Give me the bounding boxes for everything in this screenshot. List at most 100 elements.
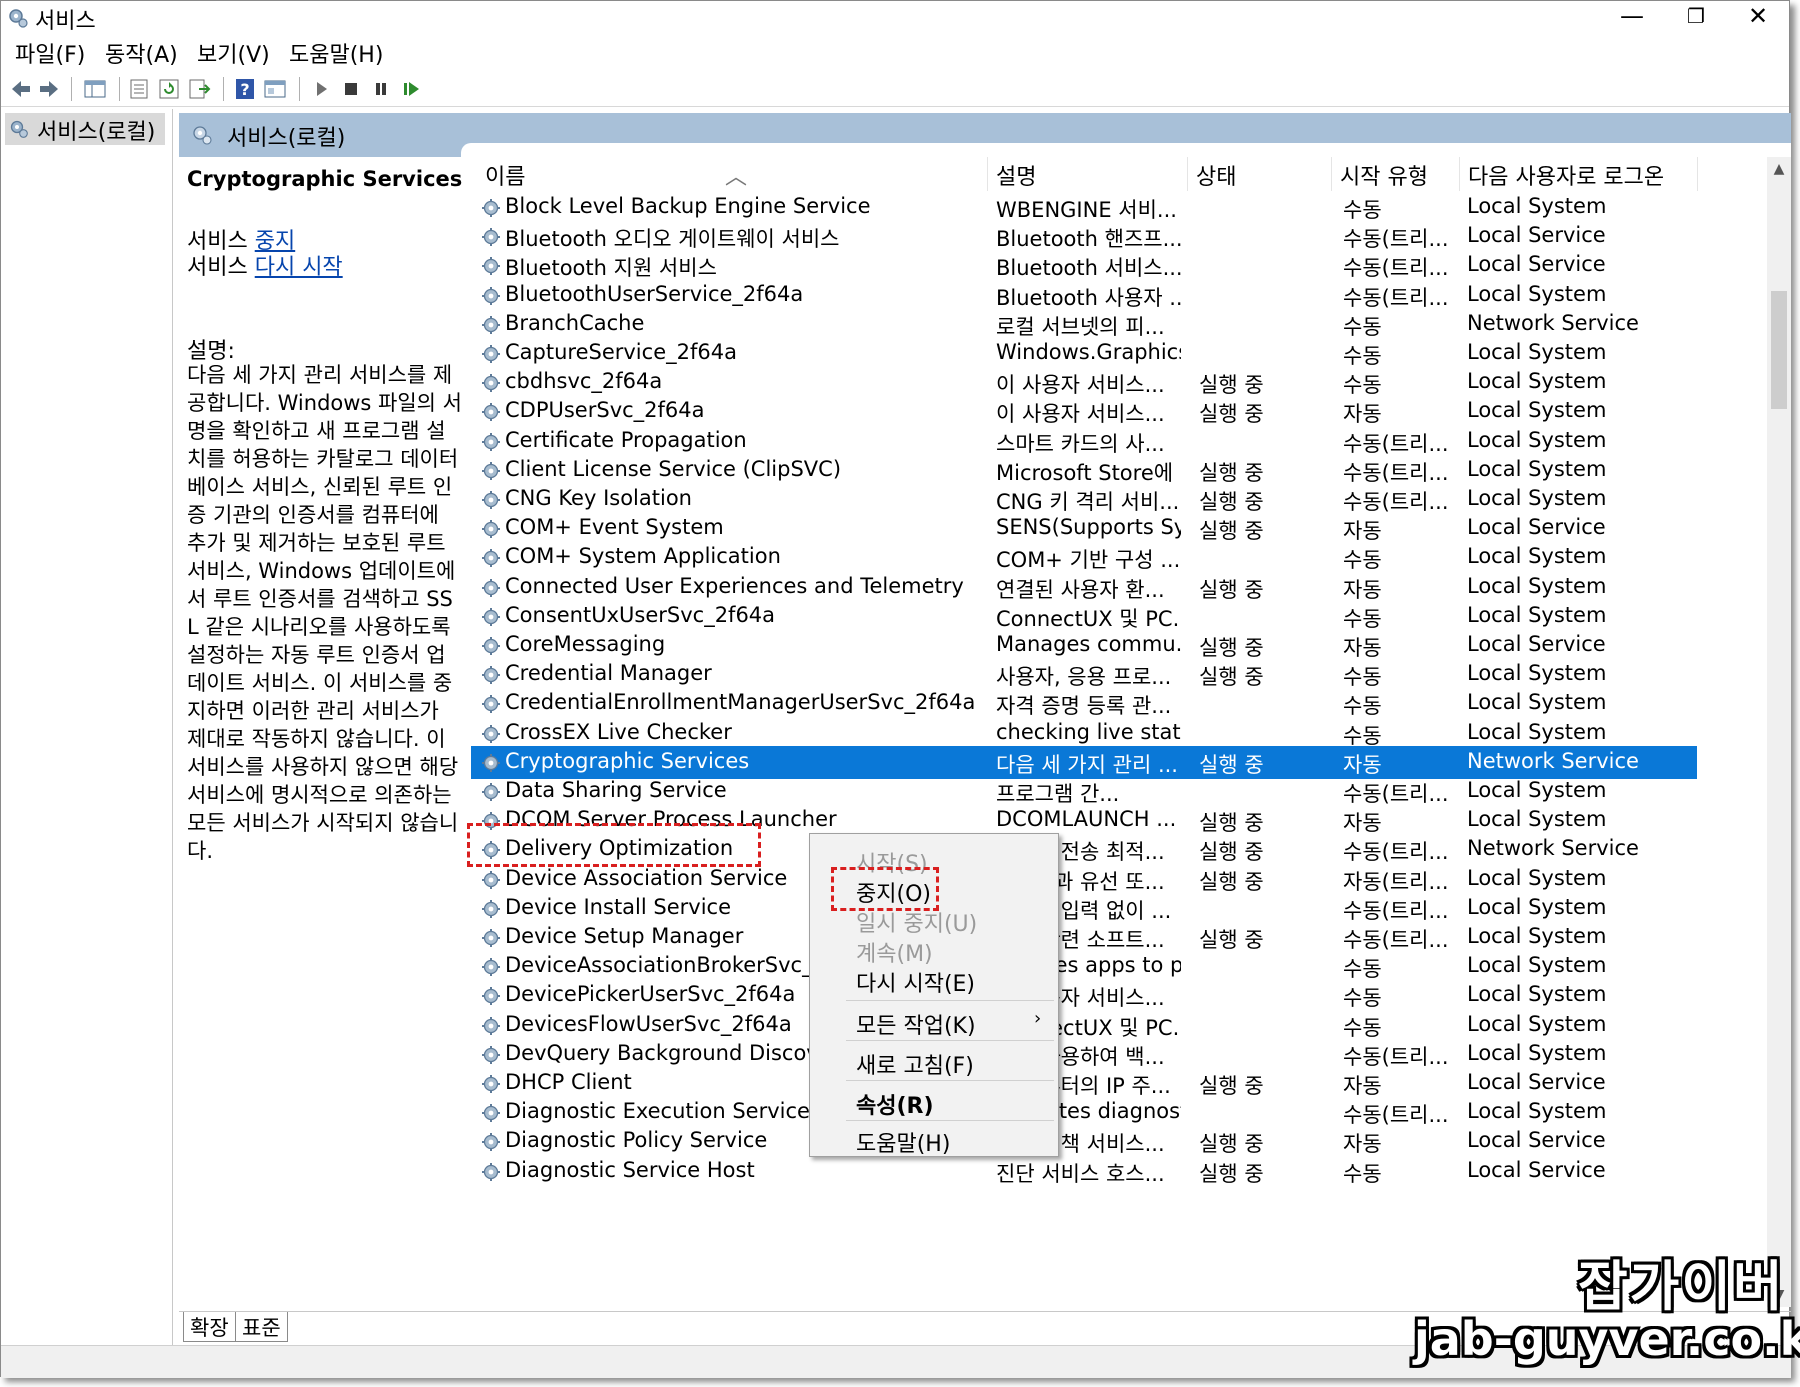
service-gear-icon: [481, 256, 501, 276]
ctx-restart[interactable]: 다시 시작(E): [856, 966, 975, 998]
service-gear-icon: [481, 1103, 501, 1123]
col-name[interactable]: 이름: [485, 159, 525, 191]
col-description[interactable]: 설명: [996, 159, 1036, 191]
table-row[interactable]: Certificate Propagation 스마트 카드의 사... 수동(트리…: [471, 425, 1697, 458]
table-row[interactable]: COM+ Event SystemSENS(Supports Sy...실행 중…: [471, 512, 1697, 545]
table-row[interactable]: Data Sharing Service 프로그램 간... 수동(트리... Loc…: [471, 775, 1697, 808]
service-name-cell: BranchCache: [505, 310, 645, 335]
table-row[interactable]: DHCP Client 이 컴퓨터의 IP 주... 실행 중 자동 Local Ser…: [471, 1067, 1697, 1100]
table-row[interactable]: BluetoothUserService_2f64a Bluetooth 사용자 …: [471, 279, 1697, 312]
table-row[interactable]: Diagnostic Execution ServiceExecutes dia…: [471, 1096, 1697, 1129]
menu-help[interactable]: 도움말(H): [289, 37, 383, 69]
minimize-button[interactable]: —: [1601, 1, 1663, 35]
menu-view[interactable]: 보기(V): [197, 37, 270, 69]
table-row[interactable]: Credential Manager 사용자, 응용 프로... 실행 중 수동 Loc…: [471, 658, 1697, 691]
scroll-up-icon[interactable]: ▲: [1767, 157, 1791, 181]
close-button[interactable]: ✕: [1727, 1, 1789, 35]
service-description-cell: SENS(Supports Sy...: [996, 515, 1181, 540]
table-row[interactable]: CDPUserSvc_2f64a 이 사용자 서비스... 실행 중 자동 Local …: [471, 395, 1697, 428]
description-text: 다음 세 가지 관리 서비스를 제공합니다. Windows 파일의 서명을 확…: [187, 363, 465, 863]
service-logon-cell: Local System: [1467, 427, 1607, 452]
tree-item-services-local[interactable]: 서비스(로컬): [5, 113, 165, 145]
table-row[interactable]: CredentialEnrollmentManagerUserSvc_2f64a…: [471, 687, 1697, 720]
services-icon: [10, 120, 28, 138]
service-name-cell: Client License Service (ClipSVC): [505, 456, 842, 481]
play-icon[interactable]: [309, 77, 333, 101]
table-row[interactable]: CrossEX Live Checker checking live stat..…: [471, 717, 1697, 750]
service-gear-icon: [481, 694, 501, 714]
table-row[interactable]: CNG Key Isolation CNG 키 격리 서비... 실행 중 수동(트리…: [471, 483, 1697, 516]
table-row[interactable]: COM+ System Application COM+ 기반 구성 ... 수동 L…: [471, 541, 1697, 574]
menu-bar: 파일(F) 동작(A) 보기(V) 도움말(H): [1, 37, 1789, 69]
table-row[interactable]: Cryptographic Services 다음 세 가지 관리 ... 실행 중…: [471, 745, 1697, 779]
table-row[interactable]: CoreMessaging Manages commu... 실행 중 자동 Local…: [471, 629, 1697, 662]
table-row[interactable]: Connected User Experiences and Telemetry…: [471, 571, 1697, 604]
stop-icon[interactable]: [339, 77, 363, 101]
service-description-cell: 진단 서비스 호스...: [996, 1161, 1165, 1186]
table-row[interactable]: Bluetooth 지원 서비스 Bluetooth 서비스... 수동(트리...…: [471, 249, 1697, 282]
console-icon[interactable]: [263, 77, 287, 101]
show-hide-tree-icon[interactable]: [83, 77, 107, 101]
scroll-thumb[interactable]: [1771, 291, 1787, 409]
table-row[interactable]: BranchCache 로컬 서브넷의 피... 수동 Network Service: [471, 308, 1697, 341]
table-row[interactable]: Bluetooth 오디오 게이트웨이 서비스 Bluetooth 핸즈프... 수…: [471, 220, 1697, 253]
service-logon-cell: Local System: [1467, 690, 1607, 715]
ctx-refresh[interactable]: 새로 고침(F): [856, 1048, 974, 1080]
service-name-cell: CoreMessaging: [505, 632, 666, 656]
service-logon-cell: Local System: [1467, 573, 1607, 598]
pause-icon[interactable]: [369, 77, 393, 101]
service-name-cell: BluetoothUserService_2f64a: [505, 281, 804, 306]
table-row[interactable]: DeviceAssociationBrokerSvc_2f64aEnables …: [471, 950, 1697, 983]
col-startup-type[interactable]: 시작 유형: [1340, 159, 1428, 191]
service-logon-cell: Local System: [1467, 281, 1607, 306]
refresh-icon[interactable]: [157, 77, 181, 101]
service-gear-icon: [481, 665, 501, 685]
tab-standard[interactable]: 표준: [235, 1312, 288, 1342]
table-row[interactable]: DevicePickerUserSvc_2f64a 이 사용자 서비스... 수동 L…: [471, 979, 1697, 1012]
col-logon-as[interactable]: 다음 사용자로 로그온: [1468, 159, 1664, 191]
back-icon[interactable]: [9, 77, 33, 101]
ctx-properties[interactable]: 속성(R): [856, 1088, 934, 1120]
service-gear-icon: [481, 1016, 501, 1036]
ctx-all-tasks[interactable]: 모든 작업(K): [856, 1008, 976, 1040]
table-row[interactable]: Diagnostic Policy Service 진단 정책 서비스... 실행 …: [471, 1125, 1697, 1158]
table-row[interactable]: cbdhsvc_2f64a 이 사용자 서비스... 실행 중 수동 Local Sys…: [471, 366, 1697, 399]
table-row[interactable]: DevicesFlowUserSvc_2f64a ConnectUX 및 PC..…: [471, 1009, 1697, 1042]
resume-icon[interactable]: [399, 77, 423, 101]
menu-file[interactable]: 파일(F): [15, 37, 85, 69]
service-logon-cell: Local System: [1467, 398, 1607, 423]
col-status[interactable]: 상태: [1196, 159, 1236, 191]
ctx-resume[interactable]: 계속(M): [856, 936, 933, 968]
help-icon[interactable]: ?: [233, 77, 257, 101]
restart-link[interactable]: 다시 시작: [255, 255, 343, 280]
table-row[interactable]: Device Install Service 사용자 입력 없이 ... 수동(트리…: [471, 892, 1697, 925]
pane-title: 서비스(로컬): [227, 126, 346, 151]
tab-extended[interactable]: 확장: [183, 1312, 236, 1342]
action-restart: 서비스 다시 시작: [187, 249, 343, 281]
table-row[interactable]: CaptureService_2f64aWindows.Graphics...수…: [471, 337, 1697, 370]
service-logon-cell: Local Service: [1467, 632, 1606, 656]
forward-icon[interactable]: [37, 77, 61, 101]
highlight-stop-item: [831, 867, 939, 911]
service-gear-icon: [481, 870, 501, 890]
properties-icon[interactable]: [127, 77, 151, 101]
service-gear-icon: [481, 607, 501, 627]
export-icon[interactable]: [187, 77, 211, 101]
service-name-cell: CredentialEnrollmentManagerUserSvc_2f64a: [505, 690, 975, 715]
maximize-button[interactable]: ❐: [1665, 1, 1727, 35]
table-row[interactable]: ConsentUxUserSvc_2f64a ConnectUX 및 PC... 수…: [471, 600, 1697, 633]
table-row[interactable]: Client License Service (ClipSVC) Microsof…: [471, 454, 1697, 487]
toolbar: ?: [1, 71, 1789, 107]
table-row[interactable]: Device Setup Manager 장치 관련 소프트... 실행 중 수동(트…: [471, 921, 1697, 954]
description-pane: Cryptographic Services 서비스 중지 서비스 다시 시작 …: [179, 157, 465, 1307]
table-row[interactable]: Device Association Service 시스템과 유선 또... 실행…: [471, 863, 1697, 896]
table-row[interactable]: Diagnostic Service Host 진단 서비스 호스... 실행 중 수…: [471, 1155, 1697, 1188]
service-logon-cell: Local System: [1467, 602, 1607, 627]
service-gear-icon: [481, 753, 501, 773]
menu-action[interactable]: 동작(A): [105, 37, 178, 69]
table-row[interactable]: DevQuery Background Discovery Broker 앱을 사…: [471, 1038, 1697, 1071]
vertical-scrollbar[interactable]: ▲ ▼: [1767, 157, 1791, 1307]
ctx-help[interactable]: 도움말(H): [856, 1126, 950, 1158]
table-row[interactable]: Block Level Backup Engine Service WBENGIN…: [471, 191, 1697, 224]
action-restart-prefix: 서비스: [187, 255, 255, 280]
